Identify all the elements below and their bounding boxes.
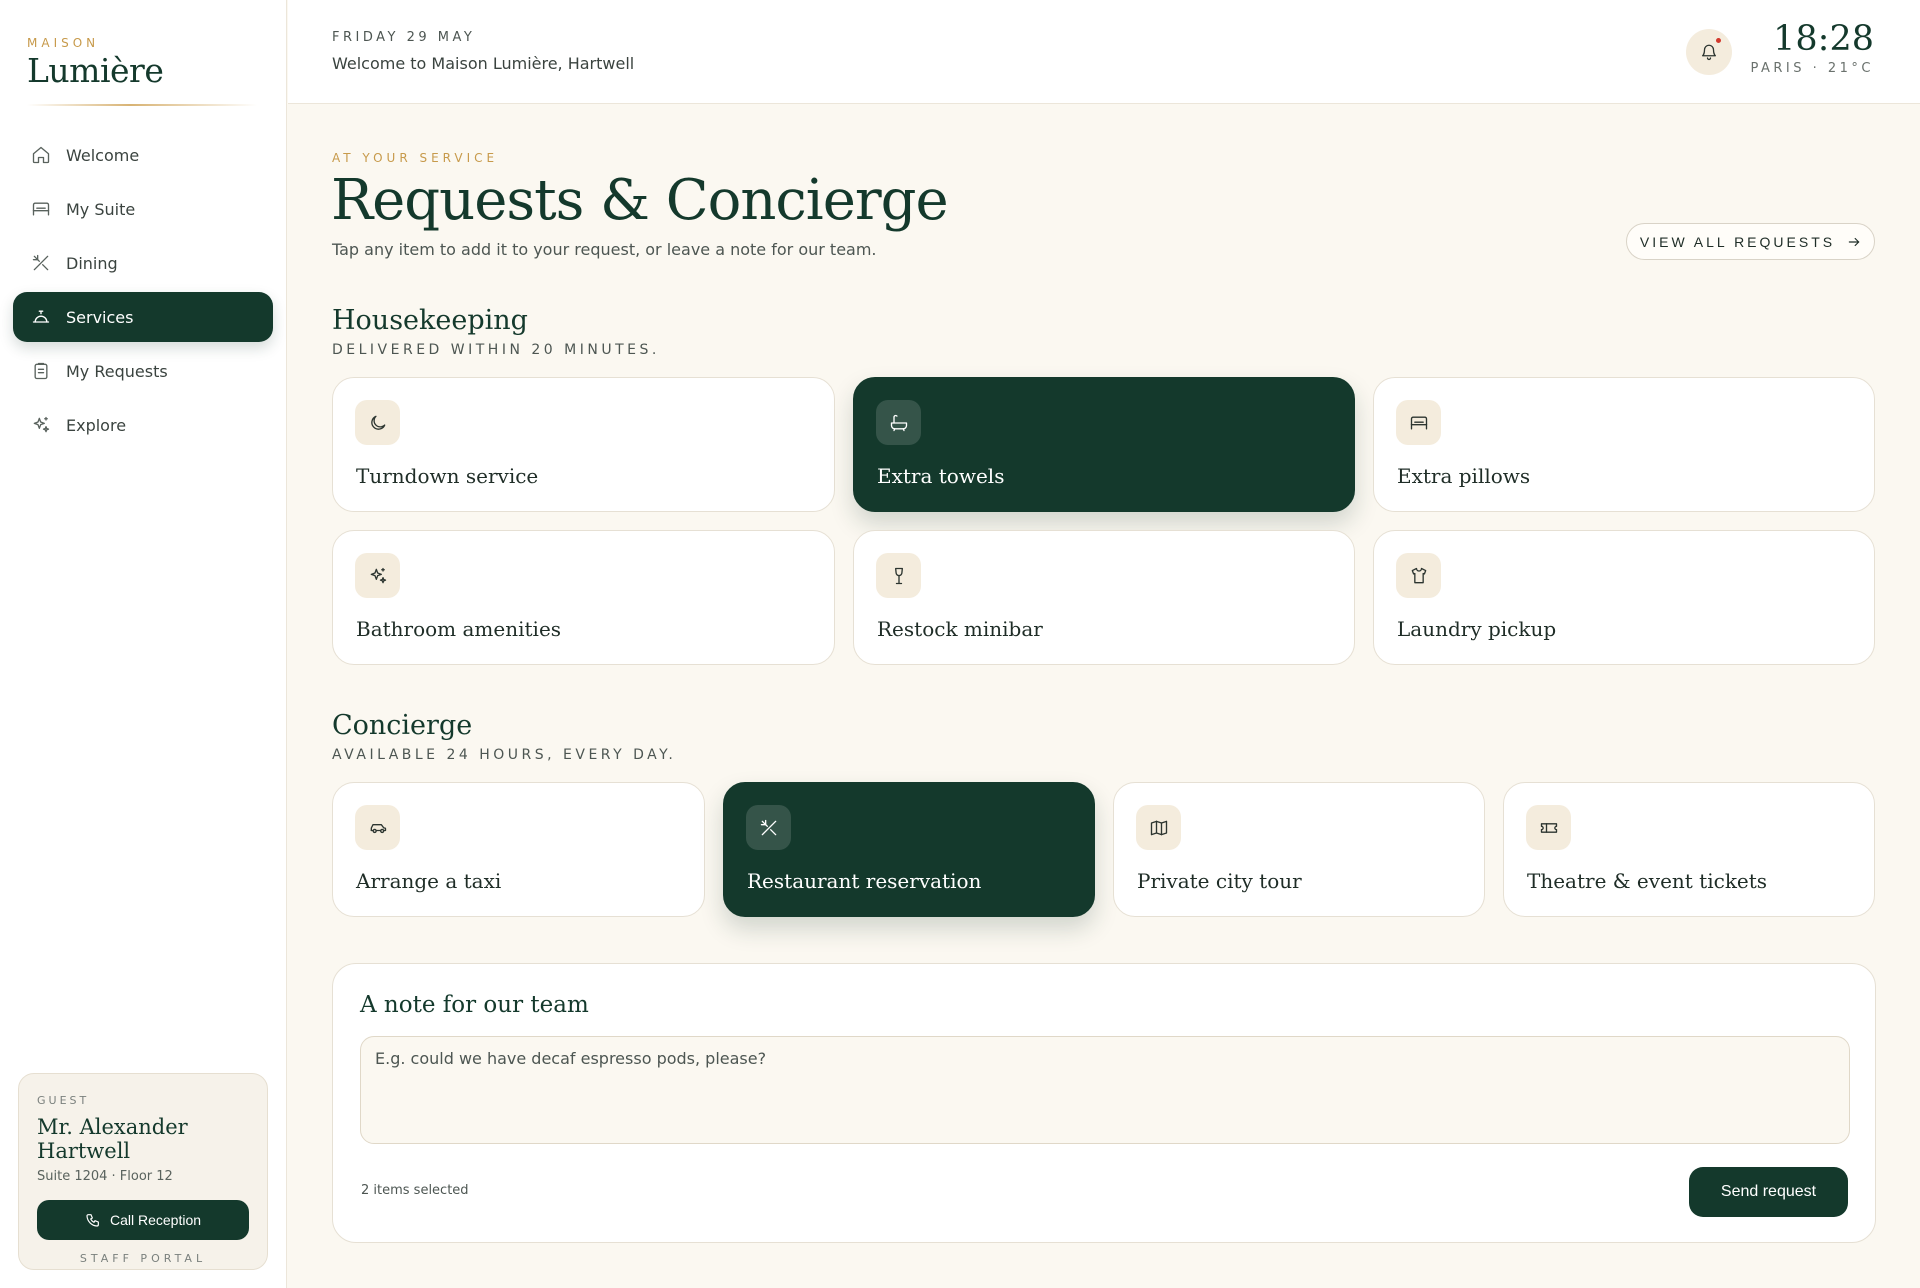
sidebar-item-label: Dining (66, 253, 118, 273)
note-title: A note for our team (360, 992, 589, 1018)
service-card-restock-minibar[interactable]: Restock minibar (853, 530, 1355, 665)
sidebar-item-label: My Requests (66, 361, 168, 381)
service-card-theatre-tickets[interactable]: Theatre & event tickets (1503, 782, 1875, 917)
service-card-bathroom-amenities[interactable]: Bathroom amenities (332, 530, 835, 665)
call-reception-button[interactable]: Call Reception (37, 1200, 249, 1240)
page-kicker: AT YOUR SERVICE (332, 151, 499, 165)
home-icon (31, 145, 51, 165)
sparkles-icon (355, 553, 400, 598)
phone-icon (85, 1212, 101, 1228)
guest-room: Suite 1204 · Floor 12 (37, 1169, 173, 1184)
car-icon (355, 805, 400, 850)
service-card-laundry-pickup[interactable]: Laundry pickup (1373, 530, 1875, 665)
service-card-extra-towels[interactable]: Extra towels (853, 377, 1355, 512)
bell-icon (1700, 43, 1718, 61)
clock-time: 18:28 (1773, 19, 1874, 59)
service-label: Arrange a taxi (356, 869, 502, 893)
utensils-icon (31, 253, 51, 273)
sidebar-item-dining[interactable]: Dining (13, 238, 273, 288)
guest-label: GUEST (37, 1094, 90, 1107)
guest-card: GUEST Mr. Alexander Hartwell Suite 1204 … (18, 1073, 268, 1270)
note-panel: A note for our team 2 items selected Sen… (332, 963, 1876, 1243)
bath-icon (876, 400, 921, 445)
utensils-icon (746, 805, 791, 850)
bed-icon (1396, 400, 1441, 445)
guest-name: Mr. Alexander Hartwell (37, 1115, 188, 1163)
arrow-right-icon (1847, 235, 1861, 249)
sidebar-item-label: Welcome (66, 145, 140, 165)
page-subtitle: Tap any item to add it to your request, … (332, 240, 877, 259)
shirt-icon (1396, 553, 1441, 598)
clock-weather: 18:28 PARIS · 21°C (1750, 21, 1874, 76)
bed-icon (31, 199, 51, 219)
staff-portal-link[interactable]: STAFF PORTAL (37, 1252, 249, 1265)
sidebar-item-label: Services (66, 307, 134, 327)
location-weather: PARIS · 21°C (1750, 60, 1874, 76)
send-request-button[interactable]: Send request (1689, 1167, 1848, 1217)
sidebar-item-label: My Suite (66, 199, 136, 219)
housekeeping-title: Housekeeping (332, 305, 528, 336)
service-card-extra-pillows[interactable]: Extra pillows (1373, 377, 1875, 512)
sparkles-icon (31, 415, 51, 435)
brand-prefix: MAISON (27, 36, 100, 50)
sidebar-item-my-requests[interactable]: My Requests (13, 346, 273, 396)
clipboard-icon (31, 361, 51, 381)
note-textarea[interactable] (360, 1036, 1850, 1144)
call-reception-label: Call Reception (109, 1212, 202, 1228)
service-card-restaurant-reservation[interactable]: Restaurant reservation (723, 782, 1095, 917)
brand-name: Lumière (27, 51, 164, 90)
moon-icon (355, 400, 400, 445)
header-date: FRIDAY 29 MAY (332, 30, 476, 45)
concierge-title: Concierge (332, 710, 473, 741)
service-label: Restaurant reservation (747, 869, 982, 893)
sidebar-item-services[interactable]: Services (13, 292, 273, 342)
ticket-icon (1526, 805, 1571, 850)
sidebar-nav: Welcome My Suite Dining Services My Requ… (13, 130, 273, 454)
service-card-turndown[interactable]: Turndown service (332, 377, 835, 512)
concierge-subtitle: AVAILABLE 24 HOURS, EVERY DAY. (332, 747, 677, 763)
notifications-button[interactable] (1686, 29, 1732, 75)
service-label: Extra towels (877, 464, 1005, 488)
sidebar-item-label: Explore (66, 415, 127, 435)
service-label: Theatre & event tickets (1527, 869, 1768, 893)
service-label: Extra pillows (1397, 464, 1531, 488)
top-header: FRIDAY 29 MAY Welcome to Maison Lumière,… (288, 0, 1920, 104)
brand-divider (27, 104, 257, 106)
brand-logo[interactable]: MAISON Lumière (27, 36, 164, 90)
sidebar-item-welcome[interactable]: Welcome (13, 130, 273, 180)
concierge-bell-icon (31, 307, 51, 327)
sidebar-item-explore[interactable]: Explore (13, 400, 273, 450)
notification-dot (1714, 36, 1723, 45)
service-card-arrange-taxi[interactable]: Arrange a taxi (332, 782, 705, 917)
map-icon (1136, 805, 1181, 850)
service-card-private-city-tour[interactable]: Private city tour (1113, 782, 1485, 917)
housekeeping-subtitle: DELIVERED WITHIN 20 MINUTES. (332, 342, 660, 358)
wine-glass-icon (876, 553, 921, 598)
service-label: Restock minibar (877, 617, 1043, 641)
view-all-requests-button[interactable]: VIEW ALL REQUESTS (1626, 223, 1875, 260)
service-label: Bathroom amenities (356, 617, 562, 641)
header-welcome: Welcome to Maison Lumière, Hartwell (332, 54, 635, 73)
selected-count: 2 items selected (361, 1183, 469, 1198)
service-label: Turndown service (356, 464, 539, 488)
sidebar-item-my-suite[interactable]: My Suite (13, 184, 273, 234)
service-label: Laundry pickup (1397, 617, 1557, 641)
sidebar: MAISON Lumière Welcome My Suite Dining S… (0, 0, 287, 1288)
service-label: Private city tour (1137, 869, 1302, 893)
page-title: Requests & Concierge (331, 168, 949, 233)
view-all-label: VIEW ALL REQUESTS (1639, 233, 1836, 250)
